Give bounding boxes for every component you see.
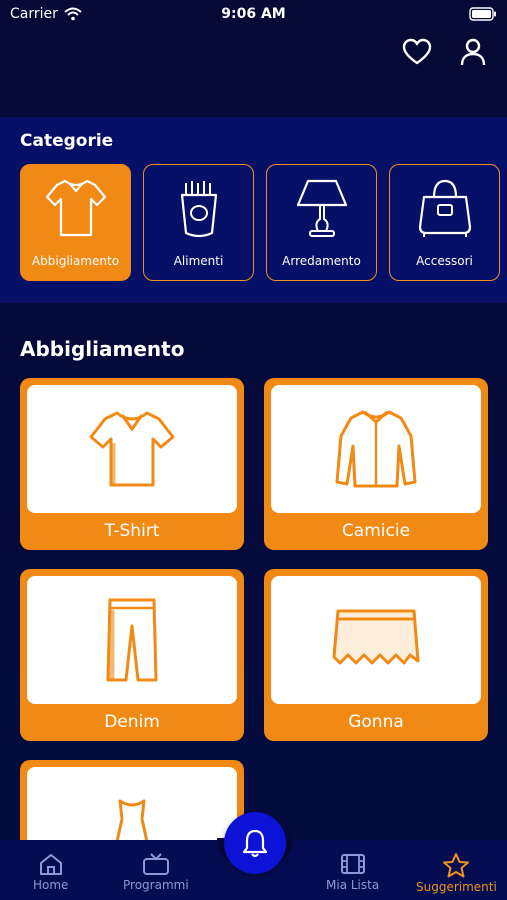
category-label: Alimenti bbox=[173, 254, 224, 268]
status-time: 9:06 AM bbox=[221, 6, 286, 22]
tile-tshirt[interactable]: T-Shirt bbox=[20, 378, 244, 550]
category-alimenti[interactable]: Alimenti bbox=[143, 164, 254, 281]
header-actions bbox=[401, 36, 489, 68]
tab-label: Programmi bbox=[123, 878, 189, 892]
category-label: Arredamento bbox=[282, 254, 361, 268]
categories-list: Abbigliamento Alimenti Arredamento Acces… bbox=[20, 164, 500, 281]
jeans-icon bbox=[106, 598, 158, 682]
tile-image bbox=[27, 385, 237, 513]
status-bar: Carrier 9:06 AM bbox=[0, 0, 507, 30]
category-accessori[interactable]: Accessori bbox=[389, 164, 500, 281]
heart-icon bbox=[402, 38, 432, 65]
tab-label: Mia Lista bbox=[326, 878, 380, 892]
category-arredamento[interactable]: Arredamento bbox=[266, 164, 377, 281]
lamp-icon bbox=[296, 179, 347, 237]
category-label: Abbigliamento bbox=[31, 254, 120, 268]
tile-gonna[interactable]: Gonna bbox=[264, 569, 488, 741]
categories-panel: Categorie Abbigliamento Alimenti Arredam bbox=[0, 117, 507, 303]
categories-title: Categorie bbox=[20, 131, 114, 151]
star-icon bbox=[443, 853, 470, 878]
tile-camicie[interactable]: Camicie bbox=[264, 378, 488, 550]
shirt-longsleeve-icon bbox=[335, 410, 417, 488]
tshirt-icon bbox=[89, 411, 175, 487]
tab-home[interactable]: Home bbox=[33, 852, 68, 892]
tile-denim[interactable]: Denim bbox=[20, 569, 244, 741]
home-icon bbox=[39, 854, 62, 875]
skirt-icon bbox=[332, 609, 420, 665]
tile-image bbox=[27, 767, 237, 850]
film-icon bbox=[340, 854, 365, 874]
tile-image bbox=[271, 576, 481, 704]
section-title: Abbigliamento bbox=[20, 337, 185, 361]
tab-label: Suggerimenti bbox=[416, 880, 497, 894]
bag-icon bbox=[418, 179, 471, 237]
tv-icon bbox=[142, 853, 169, 875]
tab-mia-lista[interactable]: Mia Lista bbox=[326, 852, 379, 892]
tile-label: Camicie bbox=[341, 521, 411, 541]
category-abbigliamento[interactable]: Abbigliamento bbox=[20, 164, 131, 281]
bell-icon bbox=[242, 829, 268, 858]
tab-suggerimenti[interactable]: Suggerimenti bbox=[416, 852, 497, 894]
tile-label: Gonna bbox=[348, 712, 404, 732]
battery-icon bbox=[469, 7, 496, 21]
category-label: Accessori bbox=[416, 254, 473, 268]
tile-dress[interactable] bbox=[20, 760, 244, 850]
tab-label: Home bbox=[33, 878, 69, 892]
profile-button[interactable] bbox=[457, 36, 489, 68]
tile-image bbox=[271, 385, 481, 513]
tile-label: T-Shirt bbox=[104, 521, 160, 541]
tab-programmi[interactable]: Programmi bbox=[123, 852, 189, 892]
user-icon bbox=[460, 38, 486, 66]
shirt-icon bbox=[45, 179, 106, 237]
favorites-button[interactable] bbox=[401, 36, 433, 68]
tile-image bbox=[27, 576, 237, 704]
notifications-fab[interactable] bbox=[224, 812, 286, 874]
food-icon bbox=[180, 181, 217, 238]
tile-label: Denim bbox=[104, 712, 160, 732]
